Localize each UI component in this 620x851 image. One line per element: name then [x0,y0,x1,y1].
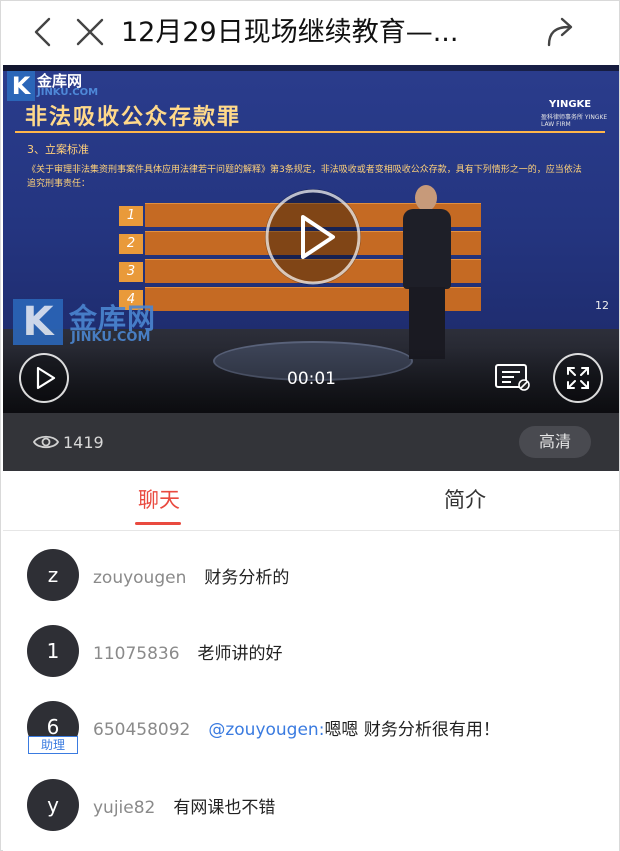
chat-list[interactable]: z zouyougen 财务分析的 1 11075836 老师讲的好 6 助理 65… [3,531,619,851]
chat-message: 1 11075836 老师讲的好 [3,625,619,681]
slide-section: 3、立案标准 [27,143,89,156]
watermark-logo: K 金库网 JINKU.COM [13,297,203,347]
chat-message: z zouyougen 财务分析的 [3,549,619,605]
avatar[interactable]: z [27,549,79,601]
avatar[interactable]: 1 [27,625,79,677]
play-icon [36,366,56,390]
chat-message-line: 11075836 老师讲的好 [93,639,283,664]
view-count-value: 1419 [63,432,104,452]
brand-logo: K 金库网 JINKU.COM [7,71,111,101]
subtitle-list-icon[interactable] [493,361,533,393]
speaker-figure [397,185,457,365]
slide-item-number: 1 [119,206,143,226]
slide-title: 非法吸收公众存款罪 [25,105,242,130]
watermark-k-mark: K [13,299,63,345]
video-stats-bar: 1419 高清 [3,413,619,471]
slide-item-number: 3 [119,262,143,282]
tab-active-indicator [135,522,181,525]
view-count: 1419 [33,429,104,455]
tab-intro[interactable]: 简介 [385,471,545,531]
slide-intro: 《关于审理非法集资刑事案件具体应用法律若干问题的解释》第3条规定，非法吸收或者变… [27,165,582,189]
quality-button[interactable]: 高清 [519,426,591,458]
speaker-head [415,185,437,211]
video-controls: 00:01 [3,347,619,413]
brand-domain: JINKU.COM [37,87,99,98]
chat-text: 财务分析的 [204,568,290,588]
chat-username: yujie82 [93,798,156,818]
chat-text: 老师讲的好 [197,644,283,664]
firm-logo: YINGKE 盈科律师事务所 YINGKE LAW FIRM [535,99,609,128]
assistant-badge: 助理 [28,736,78,754]
share-icon[interactable] [543,15,579,49]
video-player[interactable]: 非法吸收公众存款罪 3、立案标准 《关于审理非法集资刑事案件具体应用法律若干问题… [3,65,619,413]
play-button[interactable] [19,353,69,403]
chat-text: 嗯嗯 财务分析很有用！ [324,720,500,740]
slide-item-number: 2 [119,234,143,254]
speaker-body [403,209,451,289]
avatar[interactable]: y [27,779,79,831]
nav-bar: 12月29日现场继续教育—... [1,1,619,65]
center-play-button[interactable] [265,189,361,285]
chat-message-line: zouyougen 财务分析的 [93,563,289,588]
slide-page-number: 12 [595,299,609,312]
firm-subtitle: 盈科律师事务所 YINGKE LAW FIRM [541,114,608,128]
close-icon[interactable] [73,15,107,49]
chat-username: 650458092 [93,720,191,740]
tab-bar: 聊天 简介 [3,471,619,531]
app-frame: 12月29日现场继续教育—... 非法吸收公众存款罪 3、立案标准 《关于审理非… [0,0,620,851]
brand-k-mark: K [7,71,35,101]
firm-name: YINGKE [549,99,592,110]
play-icon [265,189,361,285]
chat-mention[interactable]: @zouyougen: [208,720,324,740]
chat-message: y yujie82 有网课也不错 [3,779,619,835]
chat-message-line: yujie82 有网课也不错 [93,793,275,818]
chat-message-line: 650458092 @zouyougen:嗯嗯 财务分析很有用！ [93,715,500,740]
chat-username: zouyougen [93,568,187,588]
page-title: 12月29日现场继续教育—... [121,17,459,48]
chat-username: 11075836 [93,644,180,664]
fullscreen-icon [567,367,589,389]
fullscreen-button[interactable] [553,353,603,403]
chat-text: 有网课也不错 [173,798,276,818]
back-arrow-icon[interactable] [27,15,61,49]
chat-message: 6 助理 650458092 @zouyougen:嗯嗯 财务分析很有用！ [3,701,619,757]
eye-icon [33,435,59,449]
watermark-domain: JINKU.COM [71,330,151,345]
current-time: 00:01 [287,369,336,389]
slide-divider [15,131,605,133]
